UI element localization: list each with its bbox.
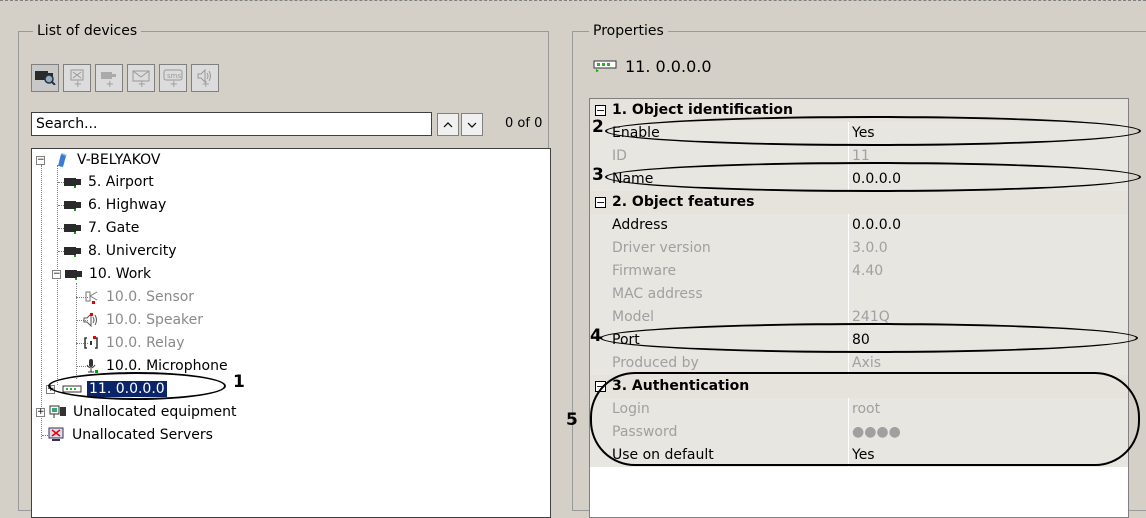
category-label: 1. Object identification xyxy=(612,102,793,118)
tree-node-camera[interactable]: 7. Gate xyxy=(58,217,140,239)
sensor-icon xyxy=(80,289,102,305)
property-name: ID xyxy=(612,148,627,164)
search-next-button[interactable] xyxy=(461,113,483,136)
category-object-features[interactable]: − 2. Object features xyxy=(590,191,1128,214)
tree-label: 6. Highway xyxy=(88,197,167,213)
annotation-oval-5 xyxy=(590,372,1140,466)
tree-node-camera-work[interactable]: − 10. Work xyxy=(52,263,151,285)
unallocated-server-icon xyxy=(46,427,68,443)
property-row-mac-address: MAC address xyxy=(590,283,1128,306)
add-sms-button[interactable]: sms + xyxy=(159,64,187,92)
collapse-icon[interactable]: − xyxy=(595,197,606,208)
tree-node-relay[interactable]: 10.0. Relay xyxy=(76,332,185,354)
add-speaker-button[interactable]: + xyxy=(191,64,219,92)
category-label: 2. Object features xyxy=(612,194,755,210)
tree-node-sensor[interactable]: 10.0. Sensor xyxy=(76,286,195,308)
annotation-number-1: 1 xyxy=(233,372,245,392)
property-value: Axis xyxy=(852,355,882,371)
tree-node-unallocated-equipment[interactable]: + Unallocated equipment xyxy=(36,401,237,423)
property-name: MAC address xyxy=(612,286,703,302)
object-title: 11. 0.0.0.0 xyxy=(625,57,712,76)
search-input[interactable] xyxy=(31,112,432,136)
find-camera-icon xyxy=(34,67,56,89)
tree-label: Unallocated equipment xyxy=(73,404,237,420)
property-value[interactable]: 0.0.0.0 xyxy=(852,217,901,233)
speaker-icon xyxy=(80,312,102,328)
property-name: Produced by xyxy=(612,355,699,371)
add-sensor-button[interactable]: + xyxy=(63,64,91,92)
list-panel-title: List of devices xyxy=(33,23,142,39)
camera-icon xyxy=(62,220,84,236)
property-row-address[interactable]: Address 0.0.0.0 xyxy=(590,214,1128,237)
property-value: 4.40 xyxy=(852,263,884,279)
property-row-firmware: Firmware 4.40 xyxy=(590,260,1128,283)
tree-label: Unallocated Servers xyxy=(72,427,213,443)
tree-node-camera[interactable]: 5. Airport xyxy=(58,171,154,193)
tree-label: 10.0. Sensor xyxy=(106,289,195,305)
annotation-oval-3 xyxy=(605,162,1141,192)
expand-icon[interactable]: + xyxy=(36,407,45,417)
relay-icon xyxy=(80,335,102,351)
list-of-devices-panel: List of devices + + + sms + + Search... … xyxy=(18,23,551,518)
tree-node-camera[interactable]: 8. Univercity xyxy=(58,240,177,262)
tree-label: 7. Gate xyxy=(88,220,140,236)
camera-icon xyxy=(62,243,84,259)
tree-label: 10.0. Speaker xyxy=(106,312,204,328)
object-header: 11. 0.0.0.0 xyxy=(593,57,712,76)
property-name: Driver version xyxy=(612,240,711,256)
tree-label: 8. Univercity xyxy=(88,243,177,259)
tree-label: 10.0. Relay xyxy=(106,335,185,351)
annotation-number-3: 3 xyxy=(592,165,604,185)
tree-label: 5. Airport xyxy=(88,174,154,190)
equipment-icon xyxy=(47,404,69,420)
chevron-up-icon xyxy=(443,121,453,127)
chevron-down-icon xyxy=(467,122,477,128)
property-name: Address xyxy=(612,217,668,233)
add-camera-button[interactable]: + xyxy=(95,64,123,92)
top-divider xyxy=(0,0,1146,1)
tree-node-camera[interactable]: 6. Highway xyxy=(58,194,167,216)
annotation-number-2: 2 xyxy=(592,117,604,137)
collapse-icon[interactable]: − xyxy=(36,155,45,165)
network-device-icon xyxy=(593,57,617,76)
find-camera-button[interactable] xyxy=(31,64,59,92)
annotation-number-5: 5 xyxy=(566,410,578,430)
property-name: Model xyxy=(612,309,655,325)
annotation-oval-4 xyxy=(600,323,1138,353)
annotation-oval-2 xyxy=(605,116,1141,146)
microphone-icon xyxy=(80,358,102,374)
tree-label: V-BELYAKOV xyxy=(77,152,161,168)
property-row-driver-version: Driver version 3.0.0 xyxy=(590,237,1128,260)
search-result-count: 0 of 0 xyxy=(505,116,543,131)
server-icon xyxy=(51,152,73,168)
camera-icon xyxy=(62,197,84,213)
device-toolbar: + + + sms + + xyxy=(31,64,219,92)
annotation-oval-1 xyxy=(48,372,226,400)
search-prev-button[interactable] xyxy=(437,113,459,136)
tree-label: 10. Work xyxy=(89,266,152,282)
add-mail-button[interactable]: + xyxy=(127,64,155,92)
tree-node-server[interactable]: − V-BELYAKOV xyxy=(36,149,161,171)
device-tree: − V-BELYAKOV 5. Airport 6. Highway 7. Ga… xyxy=(31,148,551,518)
tree-node-unallocated-servers[interactable]: Unallocated Servers xyxy=(42,424,213,446)
tree-node-speaker[interactable]: 10.0. Speaker xyxy=(76,309,204,331)
camera-icon xyxy=(63,266,85,282)
collapse-icon[interactable]: − xyxy=(52,269,61,279)
annotation-number-4: 4 xyxy=(590,326,602,346)
property-name: Firmware xyxy=(612,263,677,279)
camera-icon xyxy=(62,174,84,190)
properties-panel-title: Properties xyxy=(589,23,668,39)
property-value: 3.0.0 xyxy=(852,240,888,256)
collapse-icon[interactable]: − xyxy=(595,105,606,116)
